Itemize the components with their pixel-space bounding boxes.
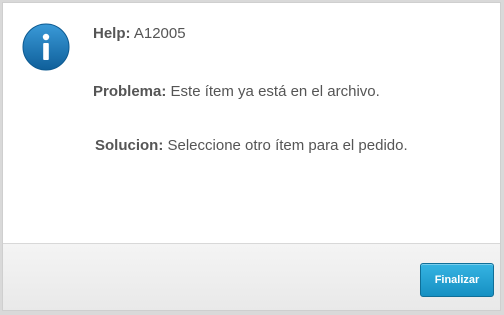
dialog-footer: Finalizar [3,243,500,310]
problema-value: Este ítem ya está en el archivo. [170,83,380,100]
solution-line: Solucion: Seleccione otro ítem para el p… [95,137,408,154]
problem-line: Problema: Este ítem ya está en el archiv… [93,83,380,100]
help-code-line: Help: A12005 [93,25,186,42]
help-dialog: Help: A12005 Problema: Este ítem ya está… [2,2,501,311]
solucion-value: Seleccione otro ítem para el pedido. [167,137,408,154]
solucion-label: Solucion: [95,137,164,154]
problema-label: Problema: [93,83,167,100]
help-value: A12005 [133,25,186,42]
help-label: Help: [93,25,131,42]
info-icon [22,23,70,71]
finalizar-button[interactable]: Finalizar [420,263,494,297]
